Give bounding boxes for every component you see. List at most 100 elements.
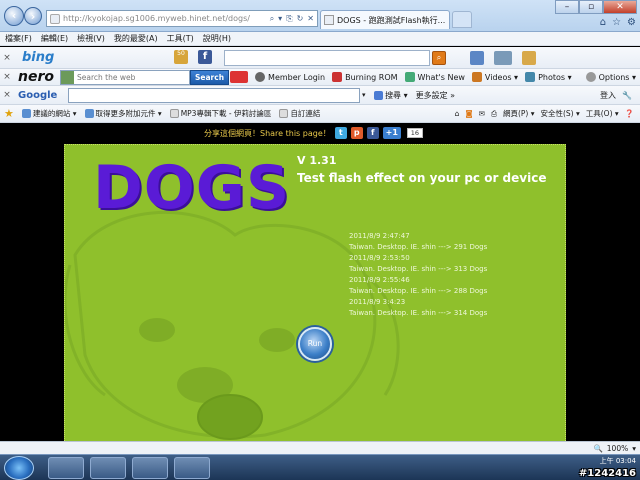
results-log: 2011/8/9 2:47:47 Taiwan. Desktop. IE. sh… [349,231,487,319]
favorites-star-icon[interactable]: ★ [4,107,14,120]
fav-mp3[interactable]: MP3專輯下載 - 伊莉討論區 [169,108,271,119]
user-icon [255,72,266,82]
taskbar-ie-icon[interactable] [48,457,84,479]
fav-suggested-sites[interactable]: 建議的網站 ▾ [21,108,77,119]
status-bar: 🔍 100% ▾ [0,441,640,454]
address-url[interactable]: http://kyokojap.sg1006.myweb.hinet.net/d… [63,14,267,23]
address-bar[interactable]: http://kyokojap.sg1006.myweb.hinet.net/d… [46,10,318,27]
stop-icon[interactable]: ✕ [307,14,314,24]
fav-addons[interactable]: 取得更多附加元件 ▾ [84,108,162,119]
maximize-icon[interactable]: ▫ [579,0,603,14]
close-toolbar-icon[interactable]: × [0,53,14,63]
refresh-icon[interactable]: ↻ [297,14,304,24]
minimize-icon[interactable]: – [555,0,579,14]
close-icon[interactable]: ✕ [603,0,637,14]
menu-tools[interactable]: 工具(T) [167,33,194,44]
nero-item-whats-new[interactable]: What's New [404,72,465,82]
zoom-dropdown-icon[interactable]: ▾ [632,444,636,453]
taskbar-folder-icon[interactable] [90,457,126,479]
run-button[interactable]: Run [298,327,332,361]
tab-dogs[interactable]: DOGS - 跑跑測試Flash執行... ✕ [320,10,450,29]
cmd-tools[interactable]: 工具(O) ▾ [586,108,619,119]
search-engine-icon[interactable] [61,70,74,84]
menu-help[interactable]: 說明(H) [203,33,231,44]
news-icon [404,72,415,82]
taskbar-app-icon[interactable] [174,457,210,479]
dropdown-icon[interactable]: ▾ [278,14,282,24]
nero-search-button[interactable]: Search [190,69,230,85]
site-icon [84,109,94,118]
google-login[interactable]: 登入 [600,90,616,101]
taskbar-media-icon[interactable] [132,457,168,479]
nero-options[interactable]: Options ▾ [585,72,636,82]
fav-custom-links[interactable]: 自訂連結 [279,108,320,119]
ask-icon[interactable] [230,71,249,83]
forward-button[interactable]: › [24,7,42,25]
back-button[interactable]: ‹ [4,6,24,26]
log-line: Taiwan. Desktop. IE. shin ---> 291 Dogs [349,243,488,251]
video-icon [471,72,482,82]
title-bar: ‹ › http://kyokojap.sg1006.myweb.hinet.n… [0,0,640,32]
help-icon[interactable]: ❓ [625,109,634,118]
google-search-input[interactable] [68,87,360,103]
menu-favorites[interactable]: 我的最愛(A) [114,33,158,44]
nero-search-field[interactable]: Search the web [60,69,190,85]
plurk-icon[interactable]: p [350,127,363,139]
bing-toolbar: × bing 50 f ⌕ [0,47,640,69]
nero-item-photos[interactable]: Photos ▾ [525,72,572,82]
google-plus-one-button[interactable]: +1 [382,127,401,139]
menu-view[interactable]: 檢視(V) [77,33,105,44]
thumbs-up-icon[interactable] [470,50,484,65]
page-icon [279,109,289,118]
page-icon [50,13,60,24]
camera-icon[interactable] [494,50,512,65]
mail-icon[interactable]: ✉ [479,109,485,118]
cmd-page[interactable]: 網頁(P) ▾ [503,108,535,119]
print-icon[interactable]: ⎙ [491,109,497,119]
nero-item-burning-rom[interactable]: Burning ROM [332,72,398,82]
menu-edit[interactable]: 編輯(E) [41,33,68,44]
home-icon[interactable]: ⌂ [455,109,460,118]
home-icon[interactable]: ⌂ [600,17,606,28]
close-toolbar-icon[interactable]: × [0,72,14,82]
flash-movie[interactable]: DOGS V 1.31 Test flash effect on your pc… [64,144,566,441]
clock[interactable]: 上午 03:04 [600,457,636,466]
zoom-level[interactable]: 100% [607,444,628,453]
google-search-button[interactable]: 搜尋 ▾ [373,90,408,101]
facebook-icon[interactable]: f [198,50,212,64]
tab-title: DOGS - 跑跑測試Flash執行... [337,15,446,25]
gear-icon[interactable]: ⚙ [627,17,636,28]
log-line: 2011/8/9 2:55:46 [349,276,410,284]
start-button[interactable] [4,456,34,480]
search-icon[interactable]: ⌕ [270,14,274,24]
tab-favicon-icon [324,15,334,25]
compat-icon[interactable]: ⎘ [286,14,292,24]
google-g-icon [373,90,383,100]
nero-item-videos[interactable]: Videos ▾ [471,72,518,82]
bing-search-icon[interactable]: ⌕ [432,50,446,65]
nero-search-input[interactable]: Search the web [74,73,189,82]
cmd-safety[interactable]: 安全性(S) ▾ [540,108,579,119]
tab-close-icon[interactable]: ✕ [448,16,449,25]
nero-item-member-login[interactable]: Member Login [255,72,325,82]
facebook-icon[interactable]: f [366,127,379,139]
burn-icon [332,72,343,82]
favorites-star-icon[interactable]: ☆ [612,17,621,28]
options-gear-icon [585,72,596,82]
close-toolbar-icon[interactable]: × [0,90,14,100]
google-dropdown-icon[interactable]: ▾ [362,91,366,99]
rss-icon[interactable]: ◙ [465,109,472,118]
log-line: Taiwan. Desktop. IE. shin ---> 288 Dogs [349,287,488,295]
twitter-icon[interactable]: t [334,127,347,139]
new-tab-button[interactable] [452,11,472,28]
bing-search-input[interactable] [224,49,430,66]
log-line: 2011/8/9 3:4:23 [349,298,406,306]
google-logo: Google [18,89,58,101]
mail-icon[interactable]: 50 [174,50,188,64]
google-more-button[interactable]: 更多設定 » [416,90,455,101]
zoom-icon[interactable]: 🔍 [593,444,602,453]
version-label: V 1.31 [297,154,337,167]
weather-icon[interactable] [522,50,536,65]
menu-file[interactable]: 檔案(F) [5,33,32,44]
wrench-icon[interactable]: 🔧 [622,91,632,100]
